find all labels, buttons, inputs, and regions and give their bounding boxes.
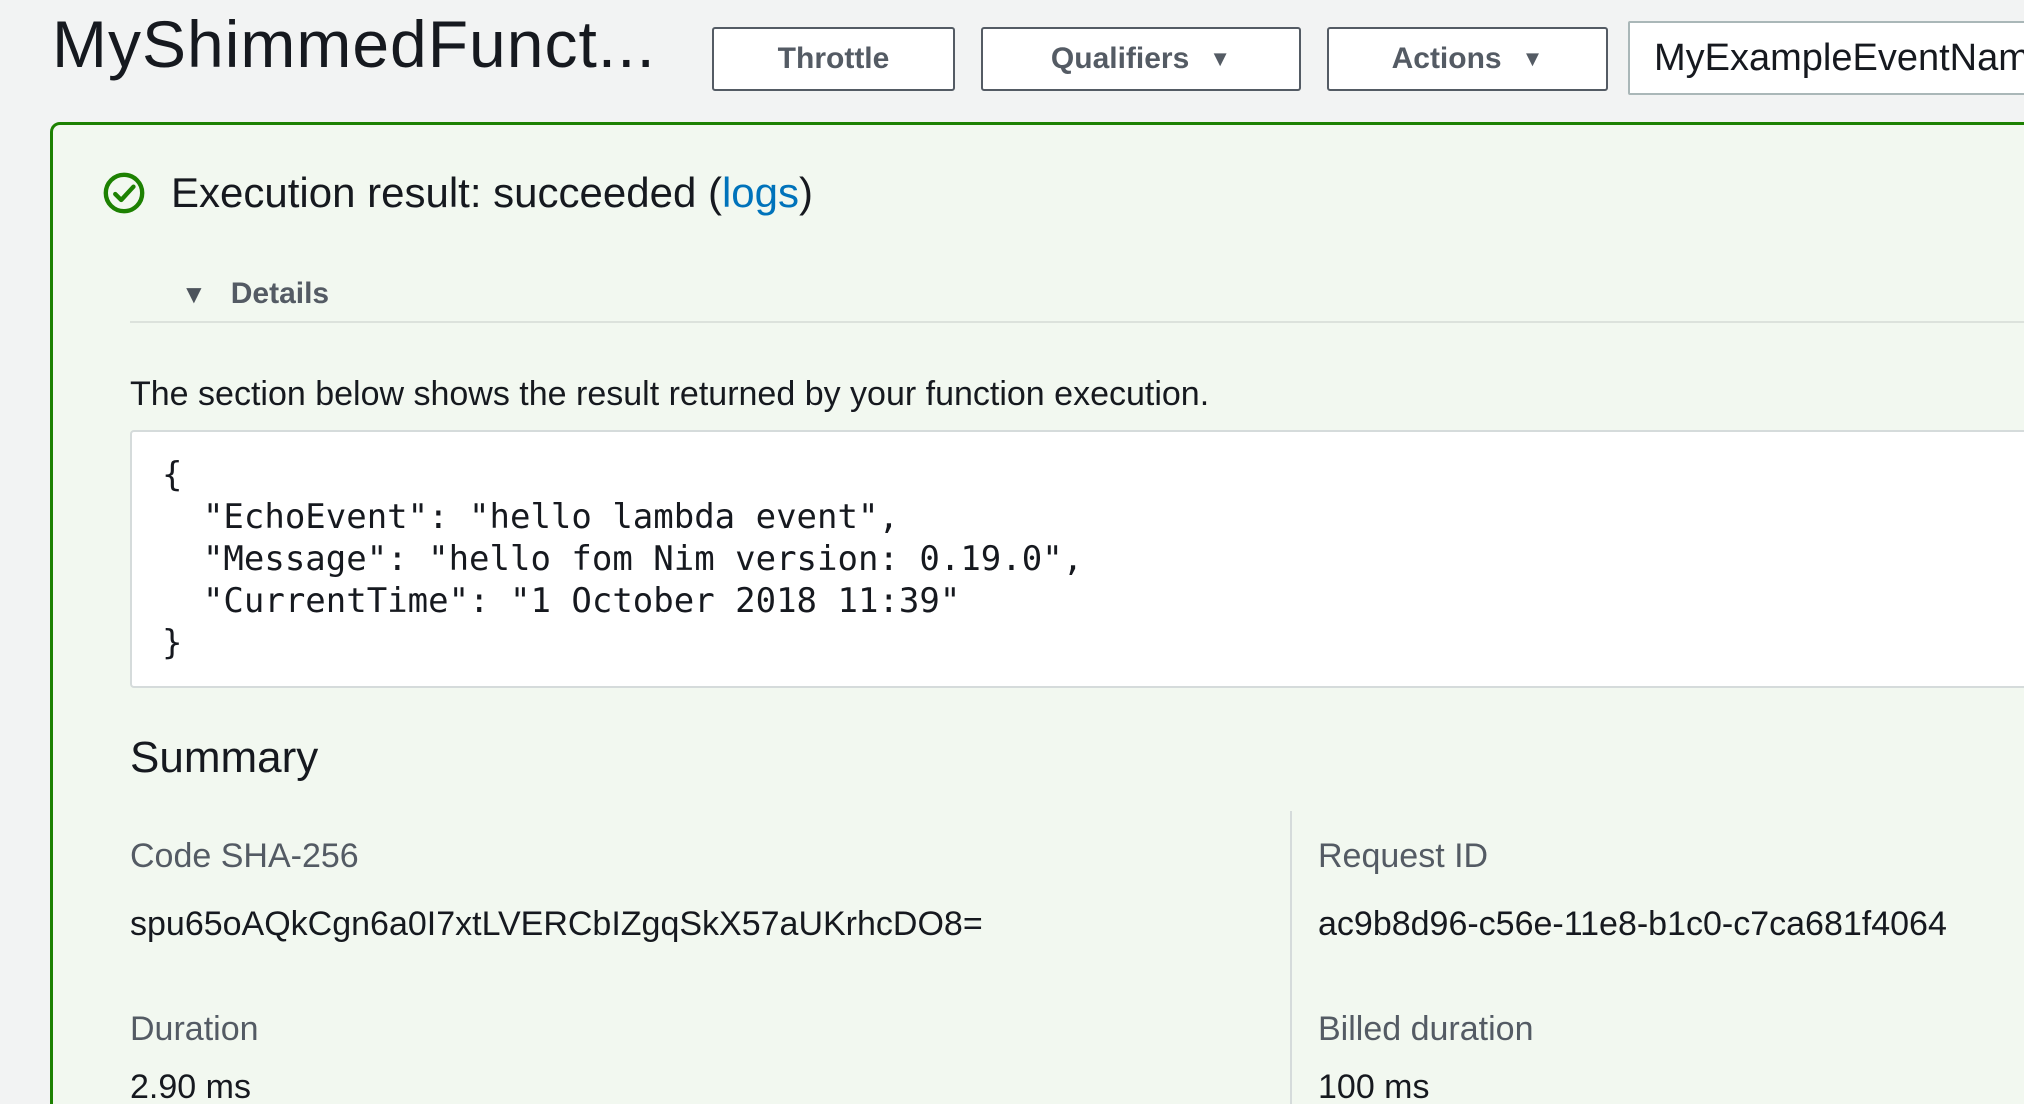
function-name-title: MyShimmedFunct... xyxy=(52,6,656,82)
code-line: "EchoEvent": "hello lambda event", xyxy=(162,496,2024,538)
test-event-select[interactable]: MyExampleEventName xyxy=(1628,21,2024,95)
success-check-icon xyxy=(103,172,145,214)
field-value: spu65oAQkCgn6a0I7xtLVERCbIZgqSkX57aUKrhc… xyxy=(130,906,1290,942)
details-toggle[interactable]: ▼ Details xyxy=(181,277,329,311)
qualifiers-button-label: Qualifiers xyxy=(1051,42,1189,76)
throttle-button-label: Throttle xyxy=(778,42,890,76)
summary-heading: Summary xyxy=(130,733,318,783)
chevron-down-icon: ▼ xyxy=(1522,48,1544,70)
code-line: "CurrentTime": "1 October 2018 11:39" xyxy=(162,580,2024,622)
page-header: MyShimmedFunct... Throttle Qualifiers ▼ … xyxy=(0,0,2024,112)
summary-grid: Code SHA-256 spu65oAQkCgn6a0I7xtLVERCbIZ… xyxy=(130,811,2024,1104)
chevron-down-icon: ▼ xyxy=(1209,48,1231,70)
details-label: Details xyxy=(231,277,329,311)
actions-button-label: Actions xyxy=(1392,42,1502,76)
execution-result-text: Execution result: succeeded ( xyxy=(171,169,722,216)
logs-link[interactable]: logs xyxy=(722,169,799,216)
field-label: Duration xyxy=(130,1011,1290,1047)
execution-result-text-suffix: ) xyxy=(799,169,813,216)
field-label: Code SHA-256 xyxy=(130,838,1290,874)
code-line: "Message": "hello fom Nim version: 0.19.… xyxy=(162,538,2024,580)
execution-result-heading: Execution result: succeeded (logs) xyxy=(171,169,813,217)
details-divider xyxy=(130,321,2024,323)
summary-field-code-sha256: Code SHA-256 spu65oAQkCgn6a0I7xtLVERCbIZ… xyxy=(130,811,1290,1011)
field-label: Request ID xyxy=(1318,838,2024,874)
execution-result-row: Execution result: succeeded (logs) xyxy=(103,169,813,217)
execution-result-json: { "EchoEvent": "hello lambda event", "Me… xyxy=(130,430,2024,688)
summary-field-duration: Duration 2.90 ms xyxy=(130,1011,1290,1104)
qualifiers-button[interactable]: Qualifiers ▼ xyxy=(981,27,1301,91)
field-value: ac9b8d96-c56e-11e8-b1c0-c7ca681f4064 xyxy=(1318,906,2024,942)
field-label: Billed duration xyxy=(1318,1011,2024,1047)
summary-field-request-id: Request ID ac9b8d96-c56e-11e8-b1c0-c7ca6… xyxy=(1290,811,2024,1011)
summary-field-billed-duration: Billed duration 100 ms xyxy=(1290,1011,2024,1104)
actions-button[interactable]: Actions ▼ xyxy=(1327,27,1608,91)
throttle-button[interactable]: Throttle xyxy=(712,27,955,91)
field-value: 100 ms xyxy=(1318,1069,2024,1104)
details-collapse-icon: ▼ xyxy=(181,281,207,307)
result-description: The section below shows the result retur… xyxy=(130,375,1209,414)
field-value: 2.90 ms xyxy=(130,1069,1290,1104)
code-line: } xyxy=(162,622,2024,664)
code-line: { xyxy=(162,454,2024,496)
test-event-select-value: MyExampleEventName xyxy=(1654,37,2024,80)
execution-result-panel: Execution result: succeeded (logs) ▼ Det… xyxy=(50,122,2024,1104)
